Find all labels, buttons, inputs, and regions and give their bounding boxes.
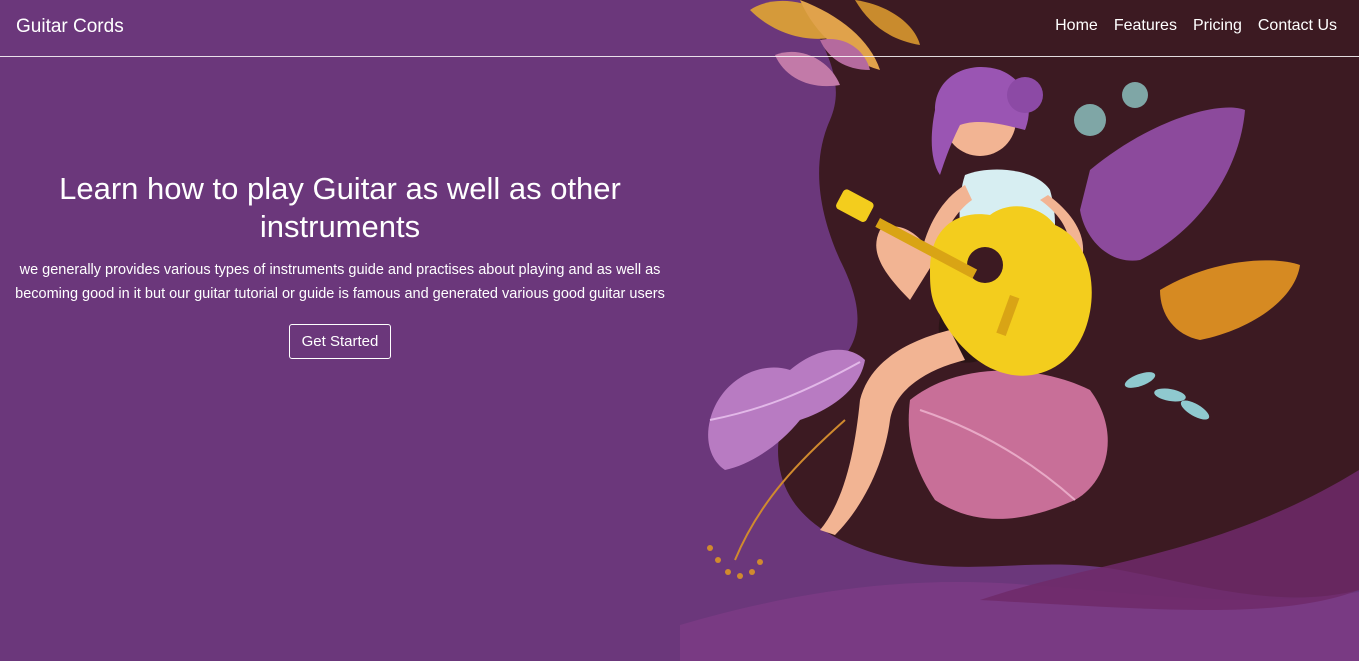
nav-link-home[interactable]: Home xyxy=(1055,17,1098,35)
nav-link-pricing[interactable]: Pricing xyxy=(1193,17,1242,35)
pink-leaf xyxy=(908,370,1108,519)
hero-section: Learn how to play Guitar as well as othe… xyxy=(0,170,680,359)
nav-link-contact-us[interactable]: Contact Us xyxy=(1258,17,1337,35)
brand-logo[interactable]: Guitar Cords xyxy=(16,16,124,38)
hero-title: Learn how to play Guitar as well as othe… xyxy=(59,171,621,244)
nav-link-features[interactable]: Features xyxy=(1114,17,1177,35)
page: Guitar Cords Home Features Pricing Conta… xyxy=(0,0,1359,661)
get-started-button[interactable]: Get Started xyxy=(288,324,392,359)
girl-playing-guitar-illustration xyxy=(680,0,1359,661)
stem-flowers xyxy=(707,545,763,579)
seed-pod xyxy=(1074,104,1106,136)
hero-description: we generally provides various types of i… xyxy=(15,262,665,302)
seed-pod xyxy=(1122,82,1148,108)
navbar: Guitar Cords Home Features Pricing Conta… xyxy=(0,0,1359,57)
nav-links: Home Features Pricing Contact Us xyxy=(1055,17,1337,35)
